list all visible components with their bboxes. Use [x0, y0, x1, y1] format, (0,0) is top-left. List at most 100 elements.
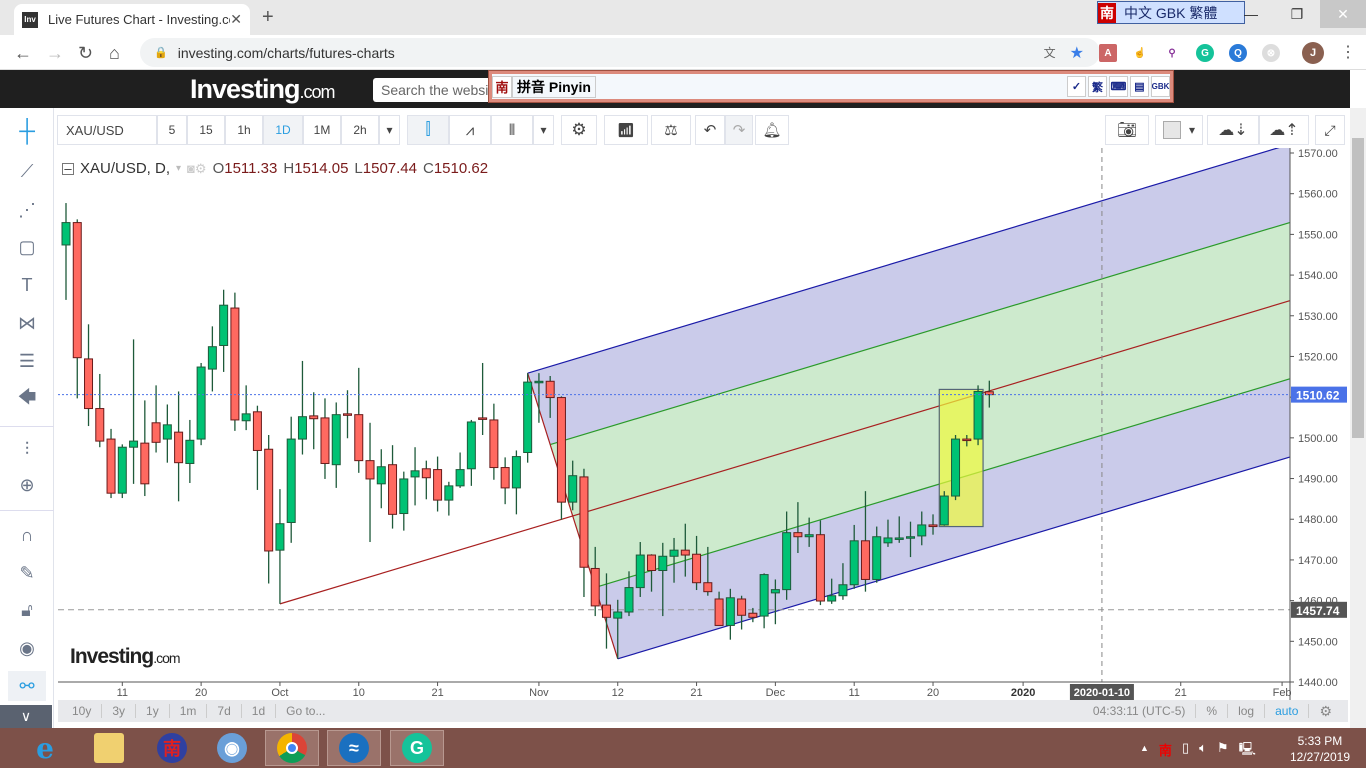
goto-button[interactable]: Go to...	[276, 704, 335, 718]
price-chart[interactable]: 1440.001450.001460.001470.001480.001490.…	[58, 148, 1348, 700]
close-tab-icon[interactable]: ✕	[230, 11, 242, 28]
disabled-extension-icon[interactable]: ⊗	[1262, 44, 1280, 62]
range-1d[interactable]: 1d	[242, 704, 277, 718]
taskbar-clock[interactable]: 5:33 PM 12/27/2019	[1290, 733, 1350, 765]
candles-measure-icon[interactable]: ⫶	[8, 434, 46, 464]
battery-icon[interactable]: ▯	[1182, 740, 1189, 762]
pattern-tool-icon[interactable]: ⋈	[8, 308, 46, 338]
ime-keyboard-button[interactable]: ⌨	[1109, 76, 1128, 97]
interval-2h[interactable]: 2h	[341, 115, 379, 145]
camera-snapshot-icon[interactable]: 📷︎	[1105, 115, 1149, 145]
touch-extension-icon[interactable]: ☝	[1131, 44, 1149, 62]
browser-tab[interactable]: Inv Live Futures Chart - Investing.com ✕	[14, 4, 250, 35]
log-toggle[interactable]: log	[1228, 704, 1266, 718]
chart-template-dropdown[interactable]: ▾	[1155, 115, 1203, 145]
legend-visibility-icon[interactable]: ◙⚙	[187, 161, 207, 177]
ime-status-bar[interactable]: 南 中文 GBK 繁體	[1097, 1, 1245, 24]
ime-check-button[interactable]: ✓	[1067, 76, 1086, 97]
taskbar-internet-explorer[interactable]: e	[18, 730, 72, 766]
compare-scale-icon[interactable]: ⚖	[651, 115, 691, 145]
taskbar-file-explorer[interactable]	[82, 730, 136, 766]
browser-menu-icon[interactable]: ⋮	[1340, 42, 1356, 62]
bookmark-star-icon[interactable]: ★	[1070, 43, 1084, 63]
axis-settings-gear-icon[interactable]: ⚙	[1309, 703, 1348, 720]
unlock-icon[interactable]: 🔓︎	[8, 595, 46, 625]
interval-1d[interactable]: 1D	[263, 115, 303, 145]
taskbar-nanjing-ime[interactable]: 南	[145, 730, 199, 766]
ime-mode[interactable]: 拼音 Pinyin	[512, 75, 596, 98]
interval-5[interactable]: 5	[157, 115, 187, 145]
taskbar-openoffice[interactable]: ≈	[327, 730, 381, 766]
interval-15[interactable]: 15	[187, 115, 225, 145]
fullscreen-icon[interactable]: ⤢	[1315, 115, 1345, 145]
ime-panel-button[interactable]: ▤	[1130, 76, 1149, 97]
investing-logo[interactable]: Investing.com	[190, 74, 336, 105]
taskbar-chromium[interactable]: ◉	[205, 730, 259, 766]
reload-button[interactable]: ↻	[78, 43, 93, 64]
settings-gear-icon[interactable]: ⚙	[561, 115, 597, 145]
translate-icon[interactable]: 文	[1044, 44, 1056, 61]
interval-dropdown-icon[interactable]: ▾	[379, 115, 400, 145]
bars-style-icon[interactable]: ⫴	[491, 115, 533, 145]
scrollbar-thumb[interactable]	[1352, 138, 1364, 438]
range-3y[interactable]: 3y	[102, 704, 137, 718]
area-style-icon[interactable]: ⩘	[449, 115, 491, 145]
save-cloud-icon[interactable]: ☁⇡	[1259, 115, 1309, 145]
restore-button[interactable]: ❐	[1274, 0, 1320, 28]
more-tools-chevron-icon[interactable]: ∨	[0, 705, 52, 728]
zoom-in-icon[interactable]: ⊕	[8, 470, 46, 500]
candles-style-icon[interactable]: ⫿	[407, 115, 449, 145]
action-center-flag-icon[interactable]: ⚑	[1217, 740, 1229, 762]
tray-expand-icon[interactable]: ▲	[1140, 743, 1149, 762]
undo-icon[interactable]: ↶	[695, 115, 725, 145]
prediction-tool-icon[interactable]: ☰	[8, 346, 46, 376]
magnet-icon[interactable]: ∩	[8, 520, 46, 550]
add-alert-bell-icon[interactable]: 🔔︎	[755, 115, 789, 145]
range-10y[interactable]: 10y	[58, 704, 103, 718]
trend-line-tool-icon[interactable]: ⟋	[8, 156, 46, 186]
text-tool-icon[interactable]: T	[8, 270, 46, 300]
volume-icon[interactable]: 🔈︎	[1199, 740, 1207, 762]
search-extension-icon[interactable]: ⚲	[1163, 44, 1181, 62]
site-search-input[interactable]: Search the website	[373, 78, 503, 102]
range-1y[interactable]: 1y	[136, 704, 170, 718]
profile-avatar[interactable]: J	[1302, 42, 1324, 64]
collapse-legend-icon[interactable]: –	[62, 162, 74, 175]
indicators-icon[interactable]: 📶︎	[604, 115, 648, 145]
grammarly-extension-icon[interactable]: G	[1196, 44, 1214, 62]
last-price-label: 1510.62	[1296, 389, 1340, 403]
back-arrow-icon[interactable]: 🡄	[8, 385, 46, 415]
link-icon[interactable]: ⚯	[8, 671, 46, 701]
taskbar-grammarly[interactable]: G	[390, 730, 444, 766]
quick-search-extension-icon[interactable]: Q	[1229, 44, 1247, 62]
pdf-extension-icon[interactable]: A	[1099, 44, 1117, 62]
ime-traditional-button[interactable]: 繁	[1088, 76, 1107, 97]
range-7d[interactable]: 7d	[207, 704, 242, 718]
taskbar-chrome[interactable]	[265, 730, 319, 766]
legend-dropdown-icon[interactable]: ▾	[176, 163, 181, 174]
interval-1m[interactable]: 1M	[303, 115, 341, 145]
redo-icon[interactable]: ↷	[725, 115, 753, 145]
range-1m[interactable]: 1m	[170, 704, 208, 718]
percent-toggle[interactable]: %	[1196, 704, 1229, 718]
style-dropdown-icon[interactable]: ▾	[533, 115, 554, 145]
network-icon[interactable]: 🖳︎	[1239, 740, 1256, 762]
load-cloud-icon[interactable]: ☁⇣	[1207, 115, 1259, 145]
symbol-input[interactable]: XAU/USD	[57, 115, 157, 145]
new-tab-button[interactable]: +	[262, 6, 274, 29]
tray-ime-icon[interactable]: 南	[1159, 740, 1172, 762]
url-bar[interactable]: 🔒 investing.com/charts/futures-charts 文 …	[140, 38, 1100, 67]
pitchfork-tool-icon[interactable]: ⋰	[8, 195, 46, 225]
forward-button[interactable]: →	[46, 43, 64, 64]
rectangle-tool-icon[interactable]: ▢	[8, 232, 46, 262]
home-button[interactable]: ⌂	[109, 43, 120, 64]
close-window-button[interactable]: ✕	[1320, 0, 1366, 28]
eye-icon[interactable]: ◉	[8, 633, 46, 663]
back-button[interactable]: ←	[14, 43, 32, 64]
lock-drawing-icon[interactable]: ✎	[8, 558, 46, 588]
minimize-button[interactable]: —	[1228, 0, 1274, 28]
interval-1h[interactable]: 1h	[225, 115, 263, 145]
ime-gbk-button[interactable]: GBK	[1151, 76, 1170, 97]
auto-toggle[interactable]: auto	[1265, 704, 1310, 718]
crosshair-tool-icon[interactable]: ┼	[8, 116, 46, 146]
